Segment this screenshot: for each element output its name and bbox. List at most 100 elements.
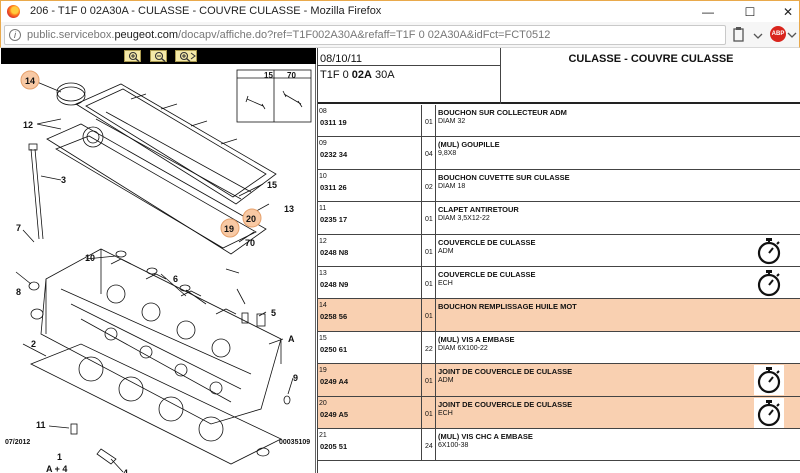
labour-time-icon[interactable] [754,365,784,396]
row-part-code: 0258 56 [320,312,348,322]
inset-label-70: 70 [287,71,296,80]
row-part-code: 0249 A4 [320,377,349,387]
url-host: public.servicebox. [27,29,115,41]
row-part-code: 0311 19 [320,118,347,127]
row-part-code: 0205 51 [320,441,348,451]
row-description: CLAPET ANTIRETOUR [438,205,519,215]
window-titlebar: 206 - T1F 0 02A30A - CULASSE - COUVRE CU… [0,0,800,22]
zoom-out-button[interactable] [150,50,167,62]
row-description: JOINT DE COUVERCLE DE CULASSE [438,399,573,409]
callout-14[interactable]: 14 [25,76,35,86]
diagram-date-code: 07/2012 [5,439,30,446]
diagram-panel: 14 12 3 7 8 2 11 1 A + 4 10 6 5 9 A 4 15… [1,48,316,473]
callout-6[interactable]: 6 [173,274,178,284]
row-detail: DIAM 6X100-22 [438,344,488,352]
table-row[interactable]: 14 0258 56 01 BOUCHON REMPLISSAGE HUILE MOT [318,299,800,332]
labour-time-icon[interactable] [754,397,784,428]
document-icon[interactable] [732,26,746,44]
row-detail: DIAM 32 [438,118,466,125]
row-description: BOUCHON CUVETTE SUR CULASSE [438,172,570,182]
minimize-icon[interactable]: — [696,3,720,21]
table-row[interactable]: 09 0232 34 04 (MUL) GOUPILLE 9,8X8 [318,137,800,170]
row-detail: 9,8X8 [438,150,457,158]
row-qty: 01 [425,378,433,386]
row-detail: ECH [438,279,453,287]
callout-11[interactable]: 11 [36,420,46,430]
row-detail: 6X100-38 [438,441,469,449]
row-qty: 01 [425,410,433,418]
callout-12[interactable]: 12 [23,120,33,130]
row-part-code: 0232 34 [320,150,348,160]
firefox-logo-icon [7,5,20,18]
close-icon[interactable]: ✕ [776,3,800,21]
zoom-out-icon [154,51,166,62]
labour-time-icon[interactable] [754,236,784,266]
callout-10[interactable]: 10 [85,253,95,263]
adblock-plus-icon[interactable]: ABP [770,26,786,42]
list-date: 08/10/11 [320,53,363,65]
callout-8[interactable]: 8 [16,287,21,297]
callout-3[interactable]: 3 [61,175,66,185]
row-qty: 01 [425,280,433,288]
zoom-fit-icon [179,51,196,62]
site-info-icon[interactable]: i [9,29,21,41]
labour-time-icon[interactable] [754,268,784,298]
row-seq: 20 [319,399,327,407]
table-row[interactable]: 12 0248 N8 01 COUVERCLE DE CULASSE ADM [318,234,800,267]
table-row[interactable]: 15 0250 61 22 (MUL) VIS A EMBASE DIAM 6X100-… [318,331,800,365]
row-part-code: 0248 N8 [320,247,349,257]
row-part-code: 0248 N9 [320,279,349,289]
diagram-ref-code: 00035109 [279,439,310,446]
url-path: /docapv/affiche.do?ref=T1F002A30A&refaff… [178,29,551,41]
row-seq: 15 [319,334,327,342]
list-title: CULASSE - COUVRE CULASSE [568,53,734,65]
row-qty: 04 [425,151,433,159]
row-qty: 01 [425,216,433,224]
table-row[interactable]: 10 0311 26 02 BOUCHON CUVETTE SUR CULASSE DI… [318,169,800,203]
row-part-code: 0311 26 [320,182,347,192]
inset-label-15: 15 [264,71,273,80]
row-part-code: 0250 61 [320,344,348,354]
callout-19[interactable]: 19 [224,224,234,234]
callout-4[interactable]: 4 [123,468,128,473]
row-qty: 22 [425,345,433,353]
table-row[interactable]: 08 0311 19 01 BOUCHON SUR COLLECTEUR ADM DIA… [318,105,800,138]
callout-1[interactable]: 1 [57,452,62,462]
callout-a[interactable]: A [288,334,295,344]
url-field[interactable]: i public.servicebox.peugeot.com/docapv/a… [4,25,726,45]
row-description: JOINT DE COUVERCLE DE CULASSE [438,367,573,377]
table-row[interactable]: 11 0235 17 01 CLAPET ANTIRETOUR DIAM 3,5X12-… [318,202,800,235]
row-part-code: 0235 17 [320,215,348,225]
callout-70[interactable]: 70 [245,238,255,248]
overflow-icon[interactable] [787,26,797,44]
callout-7[interactable]: 7 [16,223,21,233]
row-qty: 01 [425,248,433,256]
callout-13[interactable]: 13 [284,204,294,214]
callout-20[interactable]: 20 [246,214,256,224]
table-row[interactable]: 21 0205 51 24 (MUL) VIS CHC A EMBASE 6X100-3… [318,428,800,462]
row-description: COUVERCLE DE CULASSE [438,237,536,247]
chevron-down-icon[interactable] [753,26,763,44]
navigation-bar: i public.servicebox.peugeot.com/docapv/a… [0,22,800,48]
parts-list-header: 08/10/11 T1F 0 02A 30A CULASSE - COUVRE … [318,48,800,104]
row-description: (MUL) VIS CHC A EMBASE [438,431,533,441]
row-qty: 02 [425,183,433,191]
zoom-in-button[interactable] [124,50,141,62]
row-seq: 21 [319,431,327,439]
maximize-icon[interactable]: ☐ [738,3,762,21]
list-reference: T1F 0 02A 30A [320,69,395,81]
callout-a4[interactable]: A + 4 [46,464,67,473]
callout-15[interactable]: 15 [267,180,277,190]
zoom-fit-button[interactable] [175,50,197,62]
row-seq: 13 [319,269,327,277]
row-part-code: 0249 A5 [320,409,349,419]
url-domain: peugeot.com [114,29,179,41]
callout-5[interactable]: 5 [271,308,276,318]
zoom-in-icon [128,51,140,62]
table-row[interactable]: 20 0249 A5 01 JOINT DE COUVERCLE DE CULASSE… [318,396,800,429]
parts-table: 08 0311 19 01 BOUCHON SUR COLLECTEUR ADM DIA… [318,105,800,462]
callout-2[interactable]: 2 [31,339,36,349]
callout-9[interactable]: 9 [293,373,298,383]
table-row[interactable]: 13 0248 N9 01 COUVERCLE DE CULASSE ECH [318,266,800,300]
table-row[interactable]: 19 0249 A4 01 JOINT DE COUVERCLE DE CULASSE… [318,364,800,397]
